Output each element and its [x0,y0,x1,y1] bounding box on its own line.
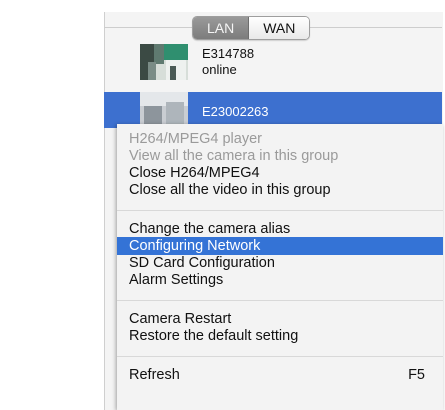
menu-item-configuring-network[interactable]: Configuring Network [117,237,443,255]
menu-separator [117,356,443,357]
menu-item-sd-card-config[interactable]: SD Card Configuration [117,254,443,272]
device-status: online [202,62,237,77]
menu-item-h264-player[interactable]: H264/MPEG4 player [117,130,443,148]
menu-item-close-h264[interactable]: Close H264/MPEG4 [117,164,443,182]
menu-item-camera-restart[interactable]: Camera Restart [117,310,443,328]
camera-thumbnail [140,44,188,80]
device-item[interactable]: E314788 online [104,40,442,84]
menu-item-refresh[interactable]: Refresh F5 [117,366,443,384]
menu-item-refresh-label: Refresh [129,367,180,383]
shortcut-f5: F5 [408,367,425,383]
menu-separator [117,300,443,301]
tab-wan[interactable]: WAN [249,17,310,39]
tab-lan[interactable]: LAN [193,17,250,39]
camera-thumbnail [140,92,188,128]
menu-item-restore-default[interactable]: Restore the default setting [117,327,443,345]
menu-item-close-all-video[interactable]: Close all the video in this group [117,181,443,199]
device-item-selected[interactable]: E23002263 [104,92,442,128]
device-id: E314788 [202,46,255,61]
network-tabs: LAN WAN [192,16,311,40]
context-menu: H264/MPEG4 player View all the camera in… [117,124,443,410]
menu-item-change-alias[interactable]: Change the camera alias [117,220,443,238]
device-id: E23002263 [202,104,269,119]
menu-item-view-all-cameras[interactable]: View all the camera in this group [117,147,443,165]
menu-item-alarm-settings[interactable]: Alarm Settings [117,271,443,289]
menu-separator [117,210,443,211]
